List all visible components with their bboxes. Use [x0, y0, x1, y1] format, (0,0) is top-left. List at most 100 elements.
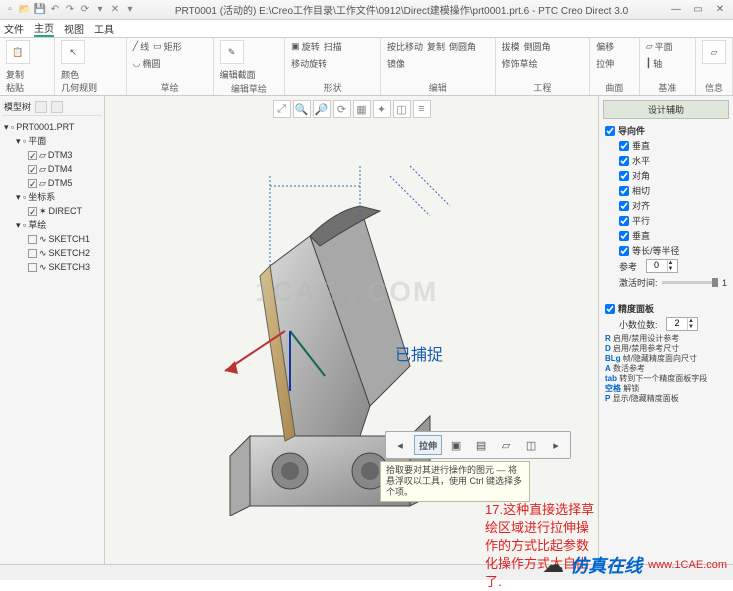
tree-csys-item[interactable]: ✶ DIRECT: [4, 204, 100, 218]
guides-check[interactable]: 导向件: [603, 123, 729, 138]
opt-tangent[interactable]: 相切: [617, 183, 729, 198]
undo-icon[interactable]: ↶: [49, 4, 61, 16]
opt-perp[interactable]: 垂直: [617, 228, 729, 243]
menu-file[interactable]: 文件: [4, 21, 24, 36]
tree-csys-group[interactable]: ▾ ▫ 坐标系: [4, 190, 100, 204]
offset-icon[interactable]: 按比移动: [387, 40, 423, 53]
rect-icon[interactable]: ▭ 矩形: [153, 40, 182, 53]
delay-slider[interactable]: 激活时间:1: [617, 274, 729, 291]
ribbon-sketch: ╱ 线 ▭ 矩形 ◡ 椭圆 草绘: [127, 38, 214, 95]
tree-sketch-item[interactable]: ∿ SKETCH2: [4, 246, 100, 260]
editsection-icon[interactable]: ✎: [220, 40, 244, 64]
hole-icon[interactable]: 修饰草绘: [502, 57, 538, 70]
maximize-icon[interactable]: ▭: [689, 3, 707, 17]
ref-spinner[interactable]: ▲▼: [646, 259, 678, 273]
surf-offset-icon[interactable]: 偏移: [596, 40, 614, 53]
paste-label[interactable]: 粘贴: [6, 81, 24, 94]
context-toolbar: ◂ 拉伸 ▣ ▤ ▱ ◫ ▸: [385, 431, 571, 459]
zoom-in-icon[interactable]: 🔍: [293, 100, 311, 118]
draft-icon[interactable]: 拔模: [502, 40, 520, 53]
ribbon-clipboard: 📋复制粘贴 剪贴板: [0, 38, 55, 95]
tree-sketch-item[interactable]: ∿ SKETCH3: [4, 260, 100, 274]
tree-plane-item[interactable]: ▱ DTM3: [4, 148, 100, 162]
paste-icon[interactable]: 📋: [6, 40, 30, 64]
minimize-icon[interactable]: —: [667, 3, 685, 17]
tree-plane-item[interactable]: ▱ DTM4: [4, 162, 100, 176]
zoom-out-icon[interactable]: 🔎: [313, 100, 331, 118]
menu-tools[interactable]: 工具: [94, 21, 114, 36]
footer-watermark: ☁ 仿真在线 www.1CAE.com: [542, 552, 727, 578]
popbar-prev-icon[interactable]: ◂: [389, 435, 411, 455]
style-icon[interactable]: ▦: [353, 100, 371, 118]
group-eng-label: 工程: [502, 80, 583, 95]
move-icon[interactable]: 移动旋转: [291, 57, 327, 70]
refit-icon[interactable]: ⟳: [333, 100, 351, 118]
axis-icon[interactable]: ┃轴: [646, 57, 662, 70]
tree-root[interactable]: ▾ ▫ PRT0001.PRT: [4, 120, 100, 134]
opt-diagonal[interactable]: 对角: [617, 168, 729, 183]
window-controls: — ▭ ✕: [667, 3, 729, 17]
view-icon[interactable]: ✦: [373, 100, 391, 118]
arc-icon[interactable]: ◡ 椭圆: [133, 57, 161, 70]
group-editsketch-label: 编辑草绘: [220, 81, 279, 96]
precision-check[interactable]: 精度面板: [603, 301, 729, 316]
group-shape-label: 形状: [291, 80, 374, 95]
popbar-opt1-icon[interactable]: ▣: [445, 435, 467, 455]
popbar-extrude-button[interactable]: 拉伸: [414, 435, 442, 455]
tree-planes-group[interactable]: ▾ ▫ 平面: [4, 134, 100, 148]
round2-icon[interactable]: 倒圆角: [524, 40, 551, 53]
menu-home[interactable]: 主页: [34, 20, 54, 37]
popbar-opt4-icon[interactable]: ◫: [520, 435, 542, 455]
select-geom[interactable]: 几何规则: [61, 81, 97, 94]
tree-sketch-item[interactable]: ∿ SKETCH1: [4, 232, 100, 246]
plane-icon[interactable]: ▱ 平面: [646, 40, 673, 53]
tree-title: 模型树: [4, 100, 31, 113]
save-icon[interactable]: 💾: [34, 4, 46, 16]
select-icon[interactable]: ↖: [61, 40, 85, 64]
settings-icon[interactable]: ▾: [124, 4, 136, 16]
opt-parallel[interactable]: 平行: [617, 213, 729, 228]
group-edit-label: 编辑: [387, 80, 489, 95]
popbar-next-icon[interactable]: ▸: [545, 435, 567, 455]
tree-plane-item[interactable]: ▱ DTM5: [4, 176, 100, 190]
copy2-icon[interactable]: 复制: [427, 40, 445, 53]
graphics-canvas[interactable]: ⤢ 🔍 🔎 ⟳ ▦ ✦ ◫ ≡: [105, 96, 598, 564]
info-plane-icon[interactable]: ▱: [702, 40, 726, 64]
open-icon[interactable]: 📂: [19, 4, 31, 16]
surf-ext-icon[interactable]: 拉伸: [596, 57, 614, 70]
extrude-icon[interactable]: ▣ 旋转: [291, 40, 320, 53]
tree-header: 模型树: [2, 98, 102, 116]
perspective-icon[interactable]: ◫: [393, 100, 411, 118]
close-icon[interactable]: ✕: [109, 4, 121, 16]
tree-menu2-icon[interactable]: [51, 101, 63, 113]
decimals-spinner[interactable]: ▲▼: [666, 317, 698, 331]
menu-view[interactable]: 视图: [64, 21, 84, 36]
window-title: PRT0001 (活动的) E:\Creo工作目录\工作文件\0912\Dire…: [136, 2, 667, 17]
select-color[interactable]: 颜色: [61, 68, 79, 81]
new-icon[interactable]: ▫: [4, 4, 16, 16]
tree-menu1-icon[interactable]: [35, 101, 47, 113]
design-aid-panel: 设计辅助 导向件 垂直 水平 对角 相切 对齐 平行 垂直 等长/等半径 参考 …: [598, 96, 733, 564]
panel-header: 设计辅助: [603, 100, 729, 119]
opt-align[interactable]: 对齐: [617, 198, 729, 213]
ribbon: 📋复制粘贴 剪贴板 ↖颜色几何规则 选择 ╱ 线 ▭ 矩形 ◡ 椭圆 草绘 ✎编…: [0, 38, 733, 96]
mirror-icon[interactable]: 镜像: [387, 57, 405, 70]
popbar-opt2-icon[interactable]: ▤: [470, 435, 492, 455]
round-icon[interactable]: 倒圆角: [449, 40, 476, 53]
close-window-icon[interactable]: ✕: [711, 3, 729, 17]
group-datum-label: 基准: [646, 80, 689, 95]
redo-icon[interactable]: ↷: [64, 4, 76, 16]
windows-icon[interactable]: ▾: [94, 4, 106, 16]
opt-horizontal[interactable]: 水平: [617, 153, 729, 168]
titlebar: ▫ 📂 💾 ↶ ↷ ⟳ ▾ ✕ ▾ PRT0001 (活动的) E:\Creo工…: [0, 0, 733, 20]
sweep-icon[interactable]: 扫描: [324, 40, 342, 53]
tree-sketch-group[interactable]: ▾ ▫ 草绘: [4, 218, 100, 232]
layers-icon[interactable]: ≡: [413, 100, 431, 118]
opt-vertical[interactable]: 垂直: [617, 138, 729, 153]
zoom-fit-icon[interactable]: ⤢: [273, 100, 291, 118]
line-icon[interactable]: ╱ 线: [133, 40, 149, 53]
copy-label[interactable]: 复制: [6, 68, 24, 81]
popbar-opt3-icon[interactable]: ▱: [495, 435, 517, 455]
opt-equal[interactable]: 等长/等半径: [617, 243, 729, 258]
regen-icon[interactable]: ⟳: [79, 4, 91, 16]
